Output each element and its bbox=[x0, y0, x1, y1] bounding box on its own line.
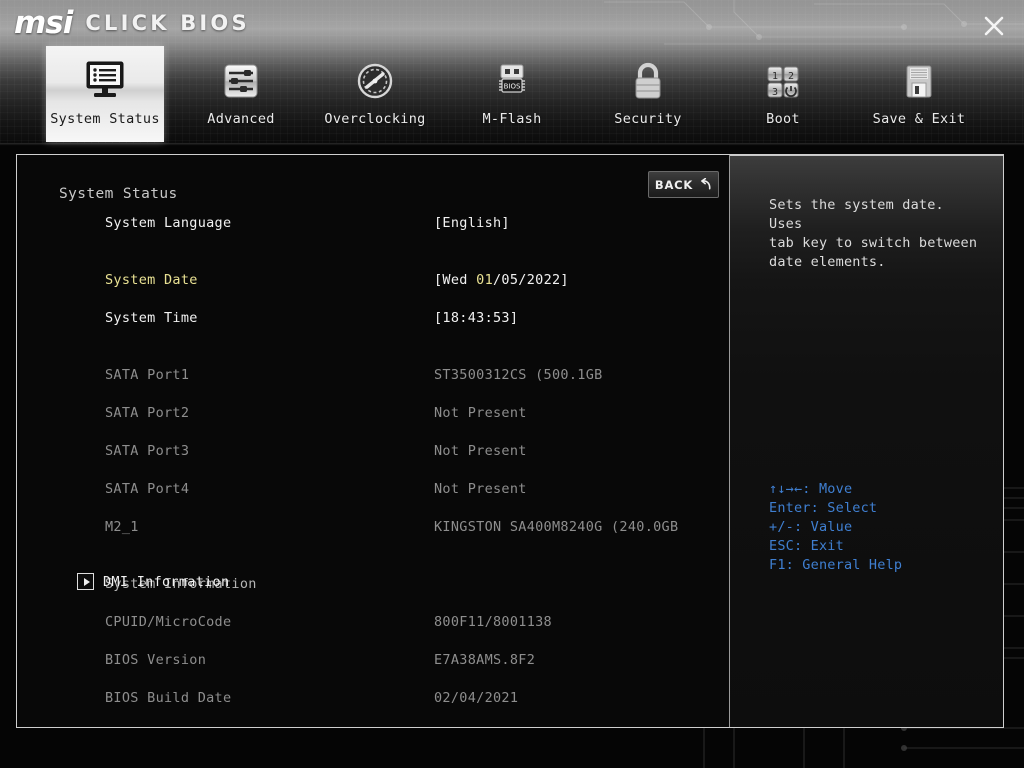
value-system-date: [Wed 01/05/2022] bbox=[434, 272, 734, 288]
help-key-general: F1: General Help bbox=[769, 556, 989, 575]
svg-text:3: 3 bbox=[772, 87, 778, 98]
expand-arrow-icon bbox=[77, 573, 94, 590]
row-sata-port2: SATA Port2 Not Present bbox=[17, 405, 729, 424]
click-bios-text: CLICK BIOS bbox=[85, 11, 249, 35]
settings-rows: System Language [English] System Date [W… bbox=[17, 215, 729, 500]
label-sata-port1: SATA Port1 bbox=[105, 367, 415, 383]
date-prefix: [Wed bbox=[434, 272, 476, 288]
back-button[interactable]: BACK bbox=[648, 171, 719, 198]
row-bios-version: BIOS Version E7A38AMS.8F2 bbox=[17, 652, 729, 671]
floppy-disk-icon bbox=[896, 55, 942, 107]
dmi-information-item[interactable]: DMI Information bbox=[77, 573, 229, 590]
label-system-time: System Time bbox=[105, 310, 415, 326]
nav-item-system-status[interactable]: System Status bbox=[46, 46, 164, 142]
row-sata-port1: SATA Port1 ST3500312CS (500.1GB bbox=[17, 367, 729, 386]
boot-keys-icon: 1 2 3 bbox=[760, 55, 806, 107]
help-description: Sets the system date. Uses tab key to sw… bbox=[769, 196, 984, 272]
row-sata-port3: SATA Port3 Not Present bbox=[17, 443, 729, 462]
row-system-language[interactable]: System Language [English] bbox=[17, 215, 729, 234]
date-highlight-day[interactable]: 01 bbox=[476, 272, 493, 288]
value-cpuid-microcode: 800F11/8001138 bbox=[434, 614, 734, 630]
nav-label-system-status: System Status bbox=[50, 111, 160, 127]
value-sata-port4: Not Present bbox=[434, 481, 734, 497]
back-button-label: BACK bbox=[655, 178, 693, 192]
nav-label-advanced: Advanced bbox=[207, 111, 274, 127]
close-icon[interactable] bbox=[980, 12, 1008, 40]
help-key-move: ↑↓→←: Move bbox=[769, 480, 989, 499]
nav-label-save-exit: Save & Exit bbox=[873, 111, 966, 127]
page-title: System Status bbox=[59, 186, 178, 202]
label-sata-port4: SATA Port4 bbox=[105, 481, 415, 497]
help-panel-topline bbox=[730, 155, 1004, 156]
value-system-language: [English] bbox=[434, 215, 734, 231]
value-bios-build-date: 02/04/2021 bbox=[434, 690, 734, 706]
date-suffix: /05/2022] bbox=[493, 272, 569, 288]
value-system-time: [18:43:53] bbox=[434, 310, 734, 326]
usb-bios-icon: BIOS bbox=[489, 55, 535, 107]
msi-brand-text: msi bbox=[14, 5, 72, 41]
nav-label-security: Security bbox=[614, 111, 681, 127]
help-key-select: Enter: Select bbox=[769, 499, 989, 518]
sliders-icon bbox=[218, 55, 264, 107]
monitor-list-icon bbox=[82, 55, 128, 107]
help-key-value: +/-: Value bbox=[769, 518, 989, 537]
row-cpuid-microcode: CPUID/MicroCode 800F11/8001138 bbox=[17, 614, 729, 633]
svg-text:1: 1 bbox=[772, 71, 778, 82]
label-bios-build-date: BIOS Build Date bbox=[105, 690, 415, 706]
nav-label-boot: Boot bbox=[766, 111, 800, 127]
label-bios-version: BIOS Version bbox=[105, 652, 415, 668]
settings-content: System Status BACK System Language [Engl… bbox=[17, 155, 729, 727]
row-system-time[interactable]: System Time [18:43:53] bbox=[17, 310, 729, 329]
svg-text:BIOS: BIOS bbox=[504, 83, 521, 91]
undo-arrow-icon bbox=[699, 178, 712, 191]
nav-label-m-flash: M-Flash bbox=[483, 111, 542, 127]
label-m2-1: M2_1 bbox=[105, 519, 415, 535]
help-panel: Sets the system date. Uses tab key to sw… bbox=[729, 155, 1004, 727]
value-sata-port2: Not Present bbox=[434, 405, 734, 421]
main-navigation: System Status bbox=[0, 46, 1024, 144]
row-sata-port4: SATA Port4 Not Present bbox=[17, 481, 729, 500]
help-key-legend: ↑↓→←: Move Enter: Select +/-: Value ESC:… bbox=[769, 480, 989, 575]
nav-item-security[interactable]: Security bbox=[589, 46, 707, 142]
nav-item-m-flash[interactable]: BIOS M-Flash bbox=[453, 46, 571, 142]
value-m2-1: KINGSTON SA400M8240G (240.0GB bbox=[434, 519, 734, 535]
dmi-information-label: DMI Information bbox=[103, 574, 229, 590]
label-system-date: System Date bbox=[105, 272, 415, 288]
label-sata-port3: SATA Port3 bbox=[105, 443, 415, 459]
help-key-exit: ESC: Exit bbox=[769, 537, 989, 556]
label-system-language: System Language bbox=[105, 215, 415, 231]
bios-screen: msi CLICK BIOS bbox=[0, 0, 1024, 768]
nav-item-save-exit[interactable]: Save & Exit bbox=[860, 46, 978, 142]
speedometer-icon bbox=[352, 55, 398, 107]
row-bios-build-date: BIOS Build Date 02/04/2021 bbox=[17, 690, 729, 709]
main-panel: System Status BACK System Language [Engl… bbox=[16, 154, 1004, 728]
label-sata-port2: SATA Port2 bbox=[105, 405, 415, 421]
label-cpuid-microcode: CPUID/MicroCode bbox=[105, 614, 415, 630]
value-sata-port1: ST3500312CS (500.1GB bbox=[434, 367, 734, 383]
msi-logo: msi CLICK BIOS bbox=[14, 6, 250, 40]
value-sata-port3: Not Present bbox=[434, 443, 734, 459]
nav-item-overclocking[interactable]: Overclocking bbox=[316, 46, 434, 142]
nav-item-advanced[interactable]: Advanced bbox=[182, 46, 300, 142]
svg-text:2: 2 bbox=[788, 71, 794, 82]
row-system-date[interactable]: System Date [Wed 01/05/2022] bbox=[17, 272, 729, 291]
nav-label-overclocking: Overclocking bbox=[324, 111, 425, 127]
row-m2-1: M2_1 KINGSTON SA400M8240G (240.0GB bbox=[17, 519, 729, 538]
value-bios-version: E7A38AMS.8F2 bbox=[434, 652, 734, 668]
nav-item-boot[interactable]: 1 2 3 Boot bbox=[724, 46, 842, 142]
padlock-icon bbox=[625, 55, 671, 107]
